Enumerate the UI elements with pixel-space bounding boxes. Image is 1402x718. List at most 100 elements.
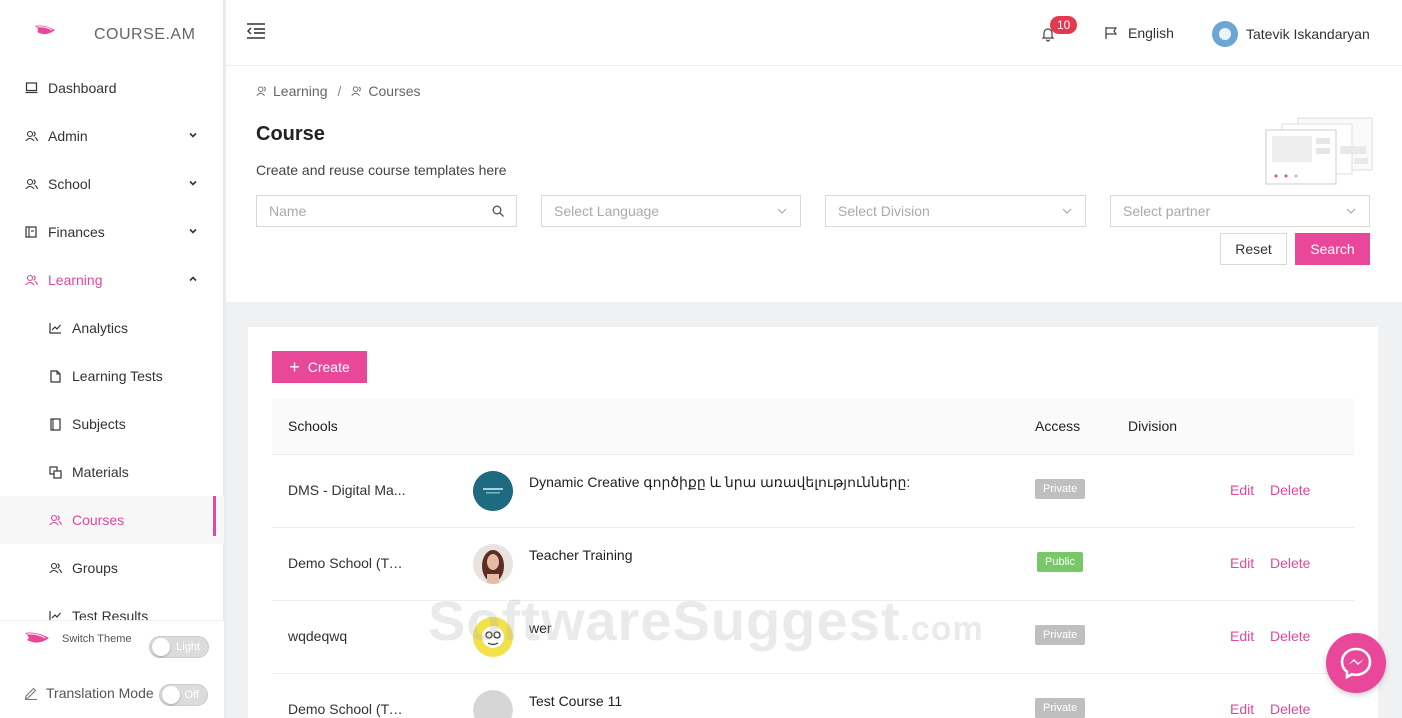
breadcrumb-learning[interactable]: Learning bbox=[273, 83, 328, 99]
sidebar-item-admin[interactable]: Admin bbox=[0, 112, 224, 160]
delete-link[interactable]: Delete bbox=[1270, 482, 1310, 498]
course-image bbox=[473, 690, 513, 718]
top-header: 10 English Tatevik Iskandaryan bbox=[226, 0, 1402, 66]
theme-switcher: Switch Theme bbox=[24, 631, 132, 647]
sidebar-item-groups[interactable]: Groups bbox=[0, 544, 224, 592]
switch-theme-label: Switch Theme bbox=[62, 633, 132, 645]
column-division: Division bbox=[1128, 418, 1178, 434]
row-school: Demo School (Tu... bbox=[288, 701, 408, 717]
edit-link[interactable]: Edit bbox=[1230, 628, 1254, 644]
logo-icon bbox=[35, 25, 55, 35]
division-select-placeholder: Select Division bbox=[838, 203, 930, 219]
course-image bbox=[473, 471, 513, 511]
user-group-icon bbox=[24, 273, 38, 287]
user-menu[interactable]: Tatevik Iskandaryan bbox=[1212, 21, 1370, 47]
chevron-down-icon bbox=[777, 208, 787, 214]
messenger-chat-button[interactable] bbox=[1326, 633, 1386, 693]
delete-link[interactable]: Delete bbox=[1270, 701, 1310, 717]
book-icon bbox=[48, 417, 62, 431]
reset-button[interactable]: Reset bbox=[1220, 233, 1287, 265]
toggle-knob bbox=[162, 686, 180, 704]
edit-icon bbox=[24, 687, 37, 700]
logo-text: COURSE.AM bbox=[94, 26, 196, 43]
language-label: English bbox=[1128, 25, 1174, 41]
notification-badge: 10 bbox=[1050, 16, 1078, 34]
logo-icon bbox=[25, 632, 49, 643]
user-group-icon bbox=[256, 86, 266, 96]
course-name: Dynamic Creative գործիքը և նրա առավելութ… bbox=[529, 474, 911, 490]
sidebar-item-finances[interactable]: Finances bbox=[0, 208, 224, 256]
sidebar-nav: Dashboard Admin School Finances Learning… bbox=[0, 64, 224, 640]
sidebar-item-label: Dashboard bbox=[48, 80, 117, 96]
sidebar-item-learning-tests[interactable]: Learning Tests bbox=[0, 352, 224, 400]
row-school: wqdeqwq bbox=[288, 628, 348, 644]
sidebar-footer: Switch Theme Light Translation Mode Off bbox=[0, 620, 224, 718]
access-badge: Private bbox=[1035, 698, 1086, 718]
user-name: Tatevik Iskandaryan bbox=[1246, 26, 1370, 42]
edit-link[interactable]: Edit bbox=[1230, 701, 1254, 717]
course-image bbox=[473, 544, 513, 584]
sidebar-item-courses[interactable]: Courses bbox=[0, 496, 224, 544]
sidebar-item-materials[interactable]: Materials bbox=[0, 448, 224, 496]
delete-link[interactable]: Delete bbox=[1270, 555, 1310, 571]
translation-toggle[interactable]: Off bbox=[159, 684, 208, 706]
edit-link[interactable]: Edit bbox=[1230, 555, 1254, 571]
filter-panel: Learning / Courses Course Create and reu… bbox=[226, 66, 1402, 302]
theme-toggle[interactable]: Light bbox=[149, 636, 209, 658]
chevron-down-icon bbox=[1346, 208, 1356, 214]
table-row: wqdeqwq wer Private Edit Delete bbox=[272, 601, 1354, 674]
avatar bbox=[1212, 21, 1238, 47]
row-school: DMS - Digital Ma... bbox=[288, 482, 406, 498]
line-chart-icon bbox=[48, 321, 62, 335]
create-button[interactable]: + Create bbox=[272, 351, 367, 383]
search-button[interactable]: Search bbox=[1295, 233, 1370, 265]
table-row: Demo School (Tu... Teacher Training Publ… bbox=[272, 528, 1354, 601]
copy-icon bbox=[48, 465, 62, 479]
user-group-icon bbox=[48, 513, 62, 527]
course-illustration-icon bbox=[1265, 117, 1373, 185]
page-subtitle: Create and reuse course templates here bbox=[256, 162, 507, 178]
edit-link[interactable]: Edit bbox=[1230, 482, 1254, 498]
sidebar-item-learning[interactable]: Learning bbox=[0, 256, 224, 304]
logo[interactable]: COURSE.AM bbox=[34, 24, 195, 43]
translation-toggle-value: Off bbox=[184, 689, 199, 701]
user-group-icon bbox=[24, 129, 38, 143]
sidebar: COURSE.AM Dashboard Admin School Finance… bbox=[0, 0, 224, 718]
sidebar-item-label: School bbox=[48, 176, 91, 192]
delete-link[interactable]: Delete bbox=[1270, 628, 1310, 644]
name-input[interactable] bbox=[269, 203, 469, 219]
sidebar-item-analytics[interactable]: Analytics bbox=[0, 304, 224, 352]
language-select[interactable]: Select Language bbox=[541, 195, 801, 227]
column-access: Access bbox=[1035, 418, 1081, 434]
chevron-down-icon bbox=[189, 180, 197, 186]
partner-select[interactable]: Select partner bbox=[1110, 195, 1370, 227]
name-search-field[interactable] bbox=[256, 195, 517, 227]
theme-toggle-value: Light bbox=[176, 641, 200, 653]
chevron-down-icon bbox=[189, 132, 197, 138]
breadcrumb-separator: / bbox=[337, 83, 342, 99]
menu-fold-icon[interactable] bbox=[246, 22, 266, 40]
sidebar-item-subjects[interactable]: Subjects bbox=[0, 400, 224, 448]
sidebar-item-label: Courses bbox=[72, 512, 125, 528]
sidebar-item-label: Finances bbox=[48, 224, 105, 240]
division-select[interactable]: Select Division bbox=[825, 195, 1086, 227]
user-group-icon bbox=[24, 177, 38, 191]
access-badge: Private bbox=[1035, 479, 1086, 499]
sidebar-item-label: Analytics bbox=[72, 320, 129, 336]
sidebar-item-school[interactable]: School bbox=[0, 160, 224, 208]
sidebar-item-dashboard[interactable]: Dashboard bbox=[0, 64, 224, 112]
chevron-down-icon bbox=[1062, 208, 1072, 214]
search-icon[interactable] bbox=[492, 205, 504, 217]
table-header: Schools Access Division bbox=[272, 399, 1354, 455]
course-name: Teacher Training bbox=[529, 547, 633, 563]
sidebar-item-label: Subjects bbox=[72, 416, 126, 432]
chevron-up-icon bbox=[189, 276, 197, 282]
column-schools: Schools bbox=[288, 418, 338, 434]
table-row: Demo School (Tu... Test Course 11 Privat… bbox=[272, 674, 1354, 718]
laptop-icon bbox=[24, 81, 38, 95]
flag-icon bbox=[1105, 27, 1118, 39]
language-selector[interactable]: English bbox=[1104, 25, 1174, 41]
course-name: Test Course 11 bbox=[529, 693, 623, 709]
sidebar-item-label: Admin bbox=[48, 128, 88, 144]
row-school: Demo School (Tu... bbox=[288, 555, 408, 571]
